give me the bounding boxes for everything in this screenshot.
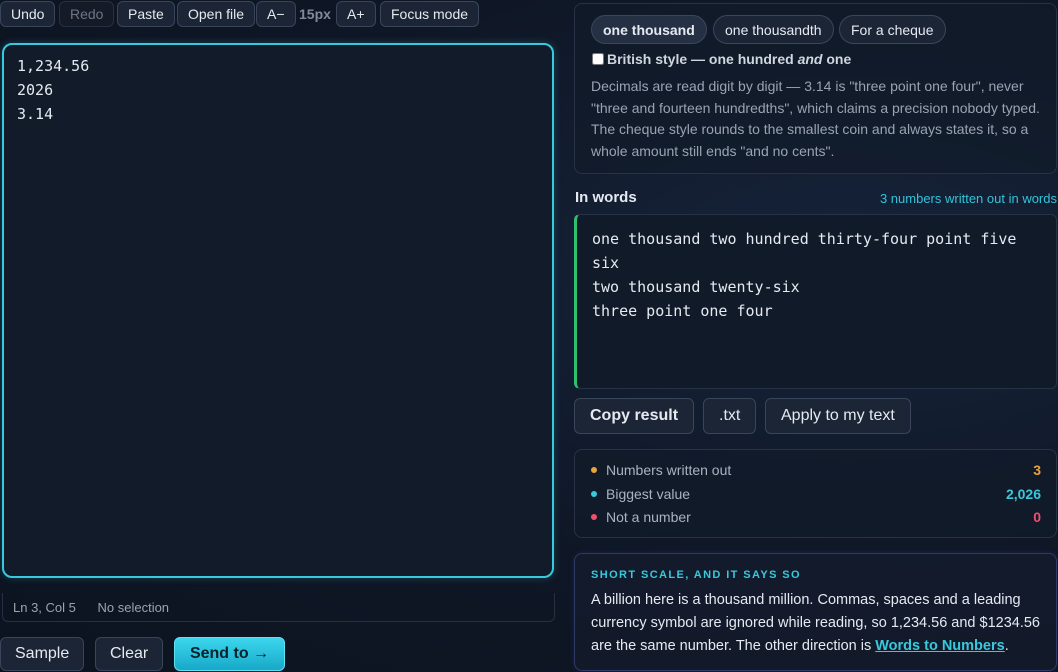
number-input-editor[interactable]: 1,234.56 2026 3.14 [2,43,554,578]
output-text: one thousand two hundred thirty-four poi… [592,230,1017,320]
style-explanation: Decimals are read digit by digit — 3.14 … [591,78,1040,159]
stat-dot [591,467,597,473]
selection-status: No selection [97,600,170,615]
british-style-option[interactable]: British style — one hundred and one [591,51,851,67]
cursor-position: Ln 3, Col 5 [13,600,76,615]
stat-value: 2,026 [1005,486,1041,502]
style-cheque-chip[interactable]: For a cheque [839,15,946,44]
editor-line: 3.14 [17,105,54,123]
font-decrease-button[interactable]: A− [256,1,296,27]
stat-numbers-written: Numbers written out 3 [591,460,1041,480]
british-style-checkbox[interactable] [592,53,604,65]
editor-line: 1,234.56 [17,57,90,75]
stats-card: Numbers written out 3 Biggest value 2,02… [574,449,1057,538]
words-to-numbers-link[interactable]: Words to Numbers [875,638,1004,654]
short-scale-info-card: SHORT SCALE, AND IT SAYS SO A billion he… [574,553,1057,671]
style-options-card: one thousand one thousandth For a cheque… [574,3,1057,174]
stat-value: 3 [1033,462,1041,478]
british-label-and: and [797,51,823,67]
undo-button[interactable]: Undo [0,1,56,27]
info-text-end: . [1004,638,1009,654]
info-heading: SHORT SCALE, AND IT SAYS SO [591,569,801,581]
paste-button[interactable]: Paste [117,1,175,27]
font-size-value: 15px [299,6,331,22]
stat-not-a-number: Not a number 0 [591,507,1041,527]
redo-button[interactable]: Redo [59,1,115,27]
stat-label: Numbers written out [606,462,732,478]
stat-label: Not a number [606,509,691,525]
clear-button[interactable]: Clear [95,637,164,671]
copy-result-button[interactable]: Copy result [574,398,695,434]
focus-mode-button[interactable]: Focus mode [380,1,480,27]
send-to-button[interactable]: Send to → [174,637,285,671]
editor-line: 2026 [17,81,54,99]
open-file-button[interactable]: Open file [177,1,256,27]
stat-dot [591,491,597,497]
font-increase-button[interactable]: A+ [336,1,376,27]
stat-value: 0 [1033,509,1041,525]
style-one-thousand-chip[interactable]: one thousand [591,15,707,44]
british-label-before: British style — one hundred [607,51,798,67]
in-words-count: 3 numbers written out in words [879,191,1057,206]
apply-to-text-button[interactable]: Apply to my text [765,398,911,434]
stat-biggest-value: Biggest value 2,026 [591,484,1041,504]
british-label-after: one [822,51,852,67]
download-txt-button[interactable]: .txt [703,398,757,434]
in-words-heading: In words [575,189,637,206]
info-body: A billion here is a thousand million. Co… [591,589,1043,658]
sample-button[interactable]: Sample [0,637,85,671]
status-bar: Ln 3, Col 5 No selection [2,593,555,622]
in-words-output[interactable]: one thousand two hundred thirty-four poi… [574,214,1057,389]
stat-label: Biggest value [606,486,691,502]
stat-dot [591,514,597,520]
style-one-thousandth-chip[interactable]: one thousandth [713,15,834,44]
